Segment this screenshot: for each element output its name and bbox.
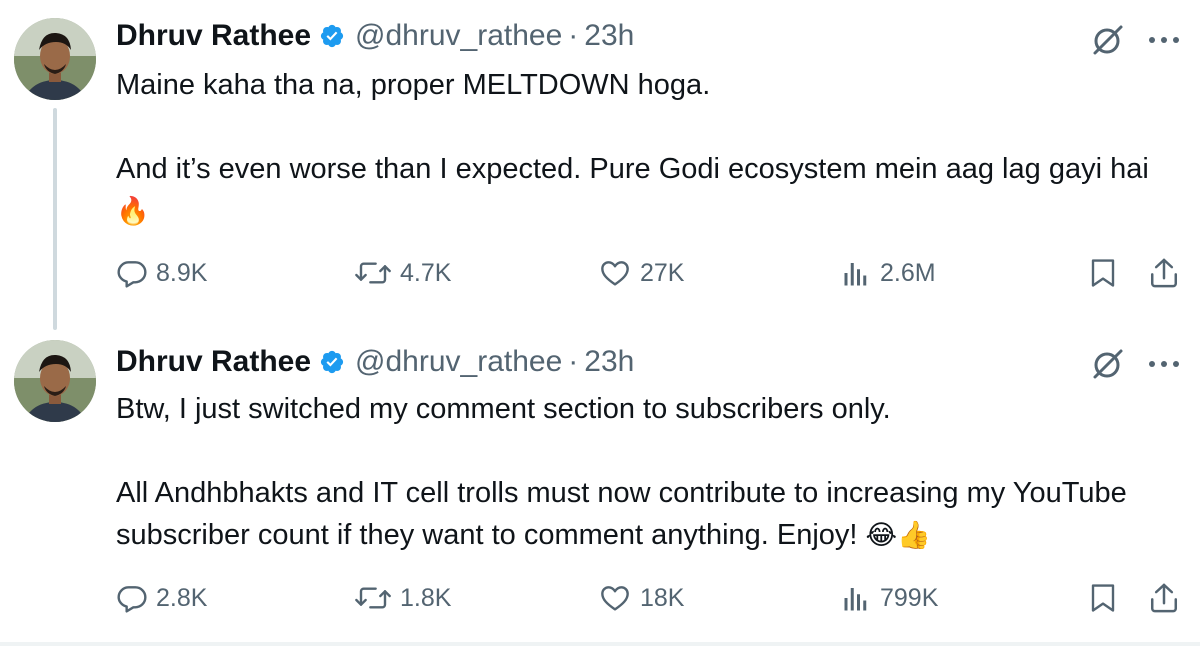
tweet-header: Dhruv Rathee @dhruv_rathee · 23h: [116, 14, 634, 58]
reply-count: 8.9K: [156, 258, 208, 287]
tweet-actions: 2.8K 1.8K 18K 799K: [0, 578, 1200, 618]
reply-button[interactable]: 2.8K: [116, 578, 207, 618]
tweet-body: Btw, I just switched my comment section …: [116, 393, 1127, 551]
share-button[interactable]: [1148, 578, 1188, 618]
author-handle[interactable]: @dhruv_rathee: [355, 340, 562, 384]
avatar[interactable]: [14, 18, 96, 100]
tweet-text: Btw, I just switched my comment section …: [116, 388, 1156, 556]
views-icon: [844, 263, 867, 286]
bookmark-icon: [1091, 259, 1115, 287]
like-icon: [601, 261, 629, 286]
share-icon: [1150, 583, 1178, 613]
timestamp[interactable]: 23h: [584, 340, 634, 384]
grok-icon[interactable]: [1088, 20, 1128, 65]
retweet-icon: [355, 262, 391, 284]
bookmark-icon: [1091, 584, 1115, 612]
retweet-icon: [355, 587, 391, 609]
more-icon[interactable]: [1146, 28, 1182, 57]
like-button[interactable]: 27K: [598, 253, 684, 293]
views-button[interactable]: 799K: [842, 578, 938, 618]
retweet-button[interactable]: 4.7K: [354, 253, 451, 293]
divider: [0, 642, 1200, 646]
share-button[interactable]: [1148, 253, 1188, 293]
like-button[interactable]: 18K: [598, 578, 684, 618]
more-icon[interactable]: [1146, 352, 1182, 381]
tweet-text: Maine kaha tha na, proper MELTDOWN hoga.…: [116, 64, 1156, 232]
tweet-actions: 8.9K 4.7K 27K 2.6M: [0, 253, 1200, 293]
reply-icon: [117, 586, 147, 613]
verified-badge-icon: [319, 23, 345, 49]
fire-emoji: 🔥: [116, 196, 150, 226]
timestamp[interactable]: 23h: [584, 14, 634, 58]
reply-icon: [117, 261, 147, 288]
thread-connector-line: [53, 108, 57, 330]
author-name[interactable]: Dhruv Rathee: [116, 14, 311, 58]
retweet-count: 4.7K: [400, 258, 452, 287]
like-count: 27K: [640, 258, 685, 287]
bookmark-button[interactable]: [1088, 578, 1126, 618]
laugh-thumbs-emoji: 😂👍: [865, 520, 931, 550]
views-count: 2.6M: [880, 258, 936, 287]
views-button[interactable]: 2.6M: [842, 253, 936, 293]
author-name[interactable]: Dhruv Rathee: [116, 340, 311, 384]
grok-icon[interactable]: [1088, 344, 1128, 389]
reply-count: 2.8K: [156, 583, 208, 612]
like-icon: [601, 586, 629, 611]
separator-dot: ·: [568, 19, 579, 52]
views-count: 799K: [880, 583, 939, 612]
reply-button[interactable]: 8.9K: [116, 253, 207, 293]
like-count: 18K: [640, 583, 685, 612]
retweet-button[interactable]: 1.8K: [354, 578, 451, 618]
retweet-count: 1.8K: [400, 583, 452, 612]
author-handle[interactable]: @dhruv_rathee: [355, 14, 562, 58]
bookmark-button[interactable]: [1088, 253, 1126, 293]
tweet-body: Maine kaha tha na, proper MELTDOWN hoga.…: [116, 69, 1149, 185]
tweet-header: Dhruv Rathee @dhruv_rathee · 23h: [116, 340, 634, 384]
separator-dot: ·: [568, 345, 579, 378]
tweet[interactable]: Dhruv Rathee @dhruv_rathee · 23h Btw, I …: [0, 322, 1200, 644]
tweet[interactable]: Dhruv Rathee @dhruv_rathee · 23h Maine k…: [0, 0, 1200, 330]
views-icon: [844, 588, 867, 611]
avatar[interactable]: [14, 340, 96, 422]
share-icon: [1150, 258, 1178, 288]
verified-badge-icon: [319, 349, 345, 375]
